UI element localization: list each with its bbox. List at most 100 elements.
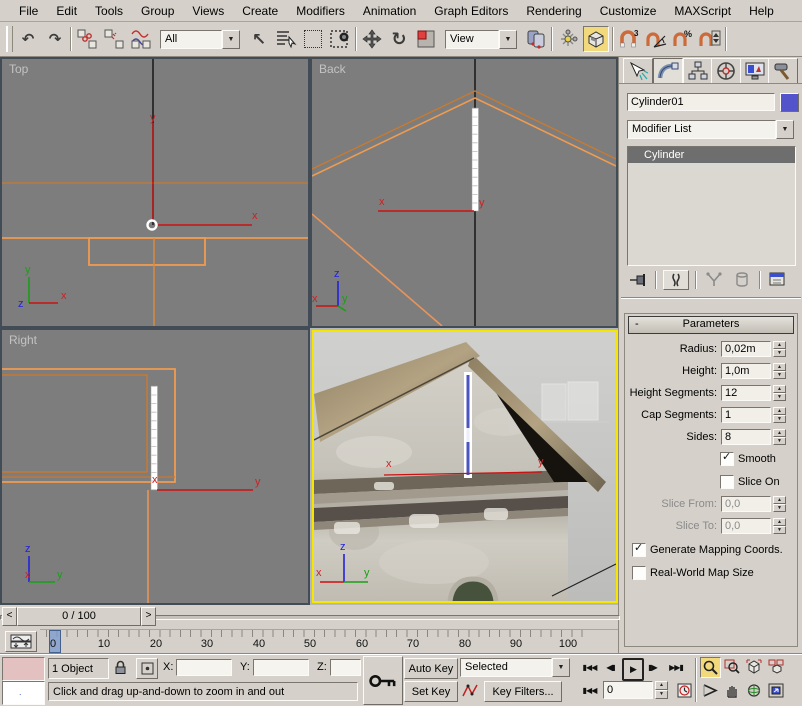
keyboard-shortcut-override-toggle[interactable]	[583, 26, 609, 52]
height-segments-spinner[interactable]: ▲▼	[773, 385, 786, 401]
sides-field[interactable]	[721, 429, 771, 445]
viewport-top[interactable]: Top y x y x z	[0, 57, 310, 328]
viewport-perspective-canvas[interactable]: x y z x y	[314, 332, 616, 601]
select-by-name-button[interactable]	[274, 27, 298, 51]
open-mini-curve-editor-button[interactable]	[5, 631, 37, 652]
viewport-right[interactable]: Right x y z y x	[0, 328, 310, 605]
slice-on-checkbox[interactable]	[720, 475, 734, 489]
zoom-extents-button[interactable]	[744, 657, 763, 676]
parameters-rollout-header[interactable]: - Parameters	[628, 316, 794, 334]
y-coord-field[interactable]	[253, 659, 309, 676]
reference-coordinate-dropdown-button[interactable]: ▼	[499, 30, 517, 49]
sides-spinner[interactable]: ▲▼	[773, 429, 786, 445]
object-name-field[interactable]	[627, 93, 775, 111]
toolbar-grip[interactable]	[6, 26, 13, 52]
percent-snap-toggle-button[interactable]: %	[671, 27, 695, 51]
tab-create[interactable]	[623, 58, 653, 84]
object-color-swatch[interactable]	[780, 93, 799, 112]
viewport-back-canvas[interactable]: x y z x y	[312, 59, 616, 326]
viewport-right-label[interactable]: Right	[9, 333, 37, 347]
pin-stack-button[interactable]	[627, 271, 649, 289]
tab-display[interactable]	[740, 58, 770, 84]
selection-filter-combo[interactable]: All ▼	[160, 30, 240, 49]
select-object-button[interactable]: ↖	[247, 27, 271, 51]
absolute-offset-toggle[interactable]	[136, 658, 158, 679]
viewport-back[interactable]: Back x y z x y	[310, 57, 618, 328]
time-configuration-button[interactable]	[674, 681, 694, 700]
set-key-button[interactable]: Set Key	[404, 681, 458, 702]
menu-animation[interactable]: Animation	[354, 2, 425, 20]
viewport-right-canvas[interactable]: x y z y x	[2, 330, 308, 603]
key-filters-button[interactable]: Key Filters...	[484, 681, 562, 702]
viewport-perspective-label[interactable]: Perspective	[321, 335, 384, 349]
zoom-button[interactable]	[700, 657, 721, 678]
rectangular-selection-region-button[interactable]	[301, 27, 325, 51]
viewport-top-label[interactable]: Top	[9, 62, 28, 76]
cap-segments-field[interactable]	[721, 407, 771, 423]
key-mode-toggle[interactable]: ▮◀◀	[580, 681, 599, 700]
angle-snap-toggle-button[interactable]	[644, 27, 668, 51]
use-pivot-point-center-button[interactable]	[524, 27, 548, 51]
snap-toggle-3d-button[interactable]: 3	[617, 27, 641, 51]
select-and-scale-button[interactable]	[414, 27, 438, 51]
pan-view-button[interactable]	[722, 681, 741, 700]
field-of-view-button[interactable]	[700, 681, 719, 700]
maxscript-listener-script-row[interactable]: .	[2, 681, 45, 705]
menu-customize[interactable]: Customize	[591, 2, 666, 20]
z-coord-field[interactable]	[330, 659, 361, 676]
x-coord-field[interactable]	[176, 659, 232, 676]
tab-hierarchy[interactable]	[683, 58, 713, 84]
unlink-selection-button[interactable]	[102, 27, 126, 51]
viewport-top-canvas[interactable]: y x y x z	[2, 59, 308, 326]
selection-filter-dropdown-button[interactable]: ▼	[222, 30, 240, 49]
modifier-list-combo[interactable]: Modifier List ▼	[627, 120, 794, 139]
menu-maxscript[interactable]: MAXScript	[665, 2, 740, 20]
radius-spinner[interactable]: ▲▼	[773, 341, 786, 357]
lock-selection-toggle[interactable]	[110, 658, 130, 677]
menu-graph-editors[interactable]: Graph Editors	[425, 2, 517, 20]
modifier-list-dropdown-button[interactable]: ▼	[776, 120, 794, 139]
spinner-snap-toggle-button[interactable]	[698, 27, 722, 51]
radius-field[interactable]	[721, 341, 771, 357]
configure-modifier-sets-button[interactable]	[767, 271, 789, 289]
zoom-extents-all-button[interactable]	[766, 657, 785, 676]
maximize-viewport-toggle[interactable]	[766, 681, 785, 700]
tab-utilities[interactable]	[768, 58, 798, 84]
default-tangent-button[interactable]	[460, 681, 480, 700]
keyable-filter-combo[interactable]: Selected ▼	[460, 658, 570, 677]
menu-edit[interactable]: Edit	[47, 2, 86, 20]
generate-mapping-coords-checkbox[interactable]: ✓	[632, 543, 646, 557]
reference-coordinate-combo[interactable]: View ▼	[445, 30, 517, 49]
make-unique-button[interactable]	[703, 271, 725, 289]
modifier-stack[interactable]: Cylinder	[627, 146, 796, 266]
previous-frame-button[interactable]: ◀▮	[602, 658, 619, 677]
menu-tools[interactable]: Tools	[86, 2, 132, 20]
menu-rendering[interactable]: Rendering	[517, 2, 590, 20]
smooth-checkbox[interactable]: ✓	[720, 452, 734, 466]
stack-item-cylinder[interactable]: Cylinder	[628, 147, 795, 163]
select-and-move-button[interactable]	[360, 27, 384, 51]
cap-segments-spinner[interactable]: ▲▼	[773, 407, 786, 423]
height-field[interactable]	[721, 363, 771, 379]
go-to-end-button[interactable]: ▶▶▮	[665, 658, 687, 677]
window-crossing-toggle-button[interactable]	[328, 27, 352, 51]
select-and-rotate-button[interactable]: ↻	[387, 27, 411, 51]
auto-key-button[interactable]: Auto Key	[404, 658, 458, 679]
next-frame-slider-button[interactable]: >	[141, 607, 156, 626]
maxscript-listener-macro-row[interactable]	[2, 657, 45, 681]
tab-modify[interactable]	[653, 58, 683, 84]
menu-group[interactable]: Group	[132, 2, 183, 20]
menu-file[interactable]: File	[10, 2, 47, 20]
track-ruler[interactable]: 0 10 20 30 40 50 60 70 80 90 100	[40, 629, 618, 654]
next-frame-button[interactable]: ▮▶	[644, 658, 661, 677]
height-spinner[interactable]: ▲▼	[773, 363, 786, 379]
tab-motion[interactable]	[711, 58, 741, 84]
arc-rotate-button[interactable]	[744, 681, 763, 700]
zoom-all-button[interactable]	[722, 657, 741, 676]
current-frame-field[interactable]	[603, 681, 653, 699]
menu-modifiers[interactable]: Modifiers	[287, 2, 354, 20]
time-slider-handle[interactable]: 0 / 100	[17, 607, 141, 626]
remove-modifier-button[interactable]	[731, 271, 753, 289]
select-and-manipulate-button[interactable]	[556, 27, 580, 51]
menu-help[interactable]: Help	[740, 2, 783, 20]
